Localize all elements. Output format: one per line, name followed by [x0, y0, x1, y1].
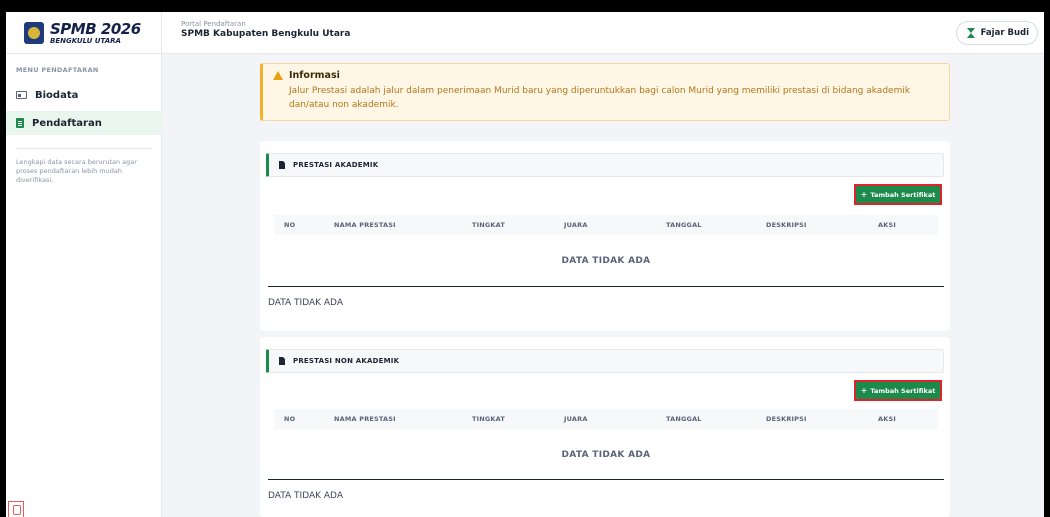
user-menu-button[interactable]: Fajar Budi [955, 21, 1038, 45]
section-prestasi-akademik: PRESTASI AKADEMIK + Tambah Sertifikat NO… [260, 141, 950, 331]
alert-body: Jalur Prestasi adalah jalur dalam peneri… [289, 86, 911, 110]
section-prestasi-non-akademik: PRESTASI NON AKADEMIK + Tambah Sertifika… [260, 337, 950, 517]
brand-subtitle: BENGKULU UTARA [50, 36, 121, 45]
section-title: PRESTASI AKADEMIK [293, 161, 379, 169]
column-header-juara: JUARA [564, 221, 588, 229]
top-header: SPMB 2026 BENGKULU UTARA Portal Pendafta… [6, 12, 1044, 54]
column-header-nama-prestasi: NAMA PRESTASI [334, 221, 396, 229]
brand-title: SPMB 2026 [50, 19, 141, 38]
app-window: SPMB 2026 BENGKULU UTARA Portal Pendafta… [6, 12, 1044, 517]
column-header-tingkat: TINGKAT [472, 415, 506, 423]
document-icon [279, 161, 285, 169]
column-header-no: NO [284, 415, 296, 423]
table-header: NO NAMA PRESTASI TINGKAT JUARA TANGGAL D… [274, 409, 938, 429]
user-name: Fajar Budi [980, 28, 1029, 38]
sidebar-item-pendaftaran[interactable]: Pendaftaran [6, 111, 162, 135]
crest-icon [24, 22, 44, 44]
hourglass-icon [966, 28, 975, 38]
info-alert: Informasi Jalur Prestasi adalah jalur da… [260, 63, 950, 121]
column-header-deskripsi: DESKRIPSI [766, 221, 807, 229]
brand-text: SPMB 2026 BENGKULU UTARA [50, 19, 141, 45]
section-header: PRESTASI AKADEMIK [266, 153, 944, 177]
sidebar-divider [16, 148, 152, 149]
column-header-aksi: AKSI [878, 415, 896, 423]
empty-table-message: DATA TIDAK ADA [561, 450, 651, 460]
sidebar-item-label: Biodata [35, 89, 79, 101]
empty-table-message: DATA TIDAK ADA [561, 256, 651, 266]
portal-info: Portal Pendaftaran SPMB Kabupaten Bengku… [181, 20, 350, 39]
plus-icon: + [860, 189, 868, 199]
plus-icon: + [860, 385, 868, 395]
table-divider [268, 286, 944, 287]
column-header-juara: JUARA [564, 415, 588, 423]
helper-badge-icon[interactable] [8, 501, 24, 517]
section-title: PRESTASI NON AKADEMIK [293, 357, 400, 365]
id-card-icon [16, 91, 27, 99]
brand-logo[interactable]: SPMB 2026 BENGKULU UTARA [6, 12, 162, 54]
alert-header: Informasi [273, 70, 939, 81]
warning-icon [273, 71, 283, 80]
table-footer-text: DATA TIDAK ADA [268, 491, 343, 501]
add-certificate-label: Tambah Sertifikat [870, 190, 936, 199]
add-certificate-label: Tambah Sertifikat [870, 386, 936, 395]
column-header-aksi: AKSI [878, 221, 896, 229]
sidebar: MENU PENDAFTARAN Biodata Pendaftaran Len… [6, 54, 162, 517]
main-content: Informasi Jalur Prestasi adalah jalur da… [162, 54, 1044, 517]
alert-title: Informasi [289, 70, 340, 81]
add-certificate-button[interactable]: + Tambah Sertifikat [854, 184, 942, 205]
document-icon [279, 357, 285, 365]
column-header-tanggal: TANGGAL [666, 415, 702, 423]
portal-label: Portal Pendaftaran [181, 20, 246, 28]
column-header-deskripsi: DESKRIPSI [766, 415, 807, 423]
sidebar-note: Lengkapi data secara berurutan agar pros… [16, 158, 137, 184]
portal-name: SPMB Kabupaten Bengkulu Utara [181, 29, 351, 39]
sidebar-item-biodata[interactable]: Biodata [6, 83, 162, 107]
column-header-tingkat: TINGKAT [472, 221, 506, 229]
table-footer-text: DATA TIDAK ADA [268, 298, 343, 308]
table-divider [268, 479, 944, 480]
column-header-no: NO [284, 221, 296, 229]
clipboard-icon [16, 118, 24, 128]
table-header: NO NAMA PRESTASI TINGKAT JUARA TANGGAL D… [274, 215, 938, 235]
menu-heading: MENU PENDAFTARAN [16, 66, 99, 74]
section-header: PRESTASI NON AKADEMIK [266, 349, 944, 373]
add-certificate-button[interactable]: + Tambah Sertifikat [854, 380, 942, 401]
column-header-nama-prestasi: NAMA PRESTASI [334, 415, 396, 423]
sidebar-item-label: Pendaftaran [32, 117, 102, 129]
column-header-tanggal: TANGGAL [666, 221, 702, 229]
